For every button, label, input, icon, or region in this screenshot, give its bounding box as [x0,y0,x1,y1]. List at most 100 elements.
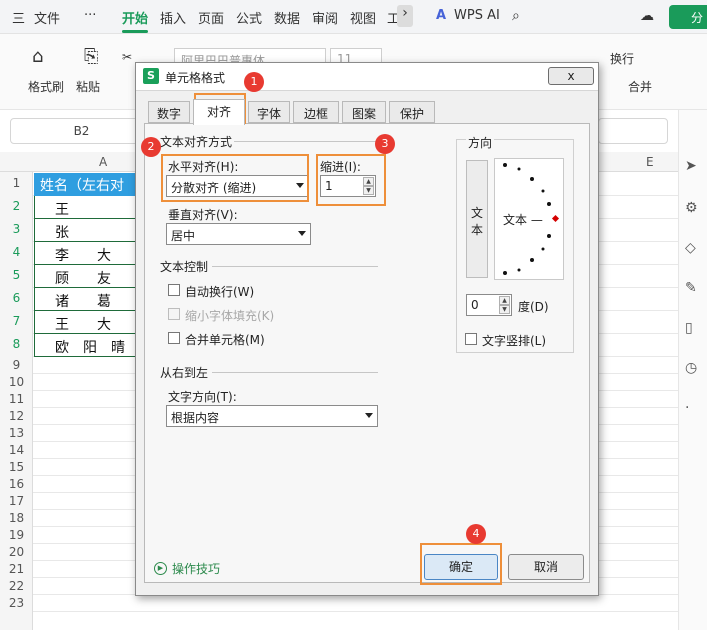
orientation-title: 方向 [466,134,495,151]
divider [234,141,380,142]
text-direction-select[interactable]: 根据内容 [166,405,378,427]
row-header[interactable]: 23 [0,596,33,610]
tab-insert[interactable]: 插入 [160,8,186,27]
row-header[interactable]: 18 [0,511,33,525]
step-badge: 2 [141,137,161,157]
fill-icon[interactable]: ✎ [685,280,697,296]
cell-name[interactable]: 欧 阳 晴 [34,334,144,357]
tab-page[interactable]: 页面 [198,8,224,27]
divider [212,266,378,267]
cancel-button[interactable]: 取消 [508,554,584,580]
cell-name[interactable]: 诸 葛 [34,288,144,311]
chevron-right-icon[interactable]: › [397,5,413,27]
cell-name[interactable]: 张 [34,219,144,242]
vertical-text-checkbox[interactable] [465,333,477,345]
column-a-header[interactable]: A [99,155,107,169]
step-badge: 1 [244,72,264,92]
tab-border[interactable]: 边框 [293,101,339,123]
tab-data[interactable]: 数据 [274,8,300,27]
row-header[interactable]: 13 [0,426,33,440]
tab-protection[interactable]: 保护 [389,101,435,123]
cell-a1-header[interactable]: 姓名（左右对 [34,173,144,196]
close-button[interactable]: x [548,67,594,85]
vertical-text-button[interactable]: 文本 [466,160,488,278]
formula-bar[interactable] [598,118,668,144]
tips-link[interactable]: 操作技巧 [172,560,220,577]
format-painter-button[interactable]: 格式刷 [28,78,64,95]
tab-formula[interactable]: 公式 [236,8,262,27]
merge-cells-checkbox[interactable] [168,332,180,344]
row-header[interactable]: 10 [0,375,33,389]
row-header[interactable]: 20 [0,545,33,559]
merge-button[interactable]: 合并 [628,78,652,95]
row-header[interactable]: 19 [0,528,33,542]
row-header[interactable]: 7 [0,314,33,328]
file-icon[interactable]: ▯ [685,320,693,336]
more-icon[interactable]: ··· [84,8,96,23]
column-e-header[interactable]: E [646,155,654,169]
cursor-icon[interactable]: ➤ [685,158,697,174]
wps-ai-icon: A [436,8,447,23]
text-direction-value: 根据内容 [171,411,220,425]
clock-icon[interactable]: ◷ [685,360,697,376]
row-header[interactable]: 17 [0,494,33,508]
active-tab-indicator [122,30,148,33]
tab-number[interactable]: 数字 [148,101,190,123]
text-direction-label: 文字方向(T): [168,390,237,404]
row-header[interactable]: 12 [0,409,33,423]
more-dots-icon[interactable]: · [685,400,689,416]
tab-font[interactable]: 字体 [248,101,290,123]
merge-cells-label[interactable]: 合并单元格(M) [185,331,265,348]
cell-name[interactable]: 顾 友 [34,265,144,288]
row-header[interactable]: 1 [0,176,33,190]
tab-pattern[interactable]: 图案 [342,101,386,123]
orientation-dial[interactable]: 文本 — [494,158,564,280]
tab-view[interactable]: 视图 [350,8,376,27]
row-header[interactable]: 9 [0,358,33,372]
row-header[interactable]: 14 [0,443,33,457]
vertical-text-label: 文本 [470,206,483,237]
row-header[interactable]: 22 [0,579,33,593]
highlight-indent [316,154,386,206]
row-header[interactable]: 21 [0,562,33,576]
row-header[interactable]: 11 [0,392,33,406]
paste-button[interactable]: 粘贴 [76,78,100,95]
tab-home[interactable]: 开始 [122,8,148,27]
adjust-icon[interactable]: ⚙ [685,200,698,216]
spin-down-icon[interactable]: ▼ [499,305,510,314]
row-header[interactable]: 6 [0,291,33,305]
wps-ai-button[interactable]: WPS AI [454,8,500,23]
spin-buttons[interactable]: ▲ ▼ [499,296,510,314]
row-header[interactable]: 8 [0,337,33,351]
chevron-down-icon [298,231,306,236]
row-header[interactable]: 4 [0,245,33,259]
degree-stepper[interactable]: 0 ▲ ▼ [466,294,512,316]
row-header[interactable]: 3 [0,222,33,236]
row-header[interactable]: 15 [0,460,33,474]
shape-icon[interactable]: ◇ [685,240,696,256]
spin-up-icon[interactable]: ▲ [499,296,510,305]
row-header[interactable]: 2 [0,199,33,213]
row-header[interactable]: 5 [0,268,33,282]
vertical-align-select[interactable]: 居中 [166,223,311,245]
tab-review[interactable]: 审阅 [312,8,338,27]
name-box[interactable]: B2 [10,118,153,144]
cell-name[interactable]: 王 [34,196,144,219]
shrink-to-fit-label: 缩小字体填充(K) [185,309,275,323]
cloud-icon[interactable]: ☁ [640,8,654,24]
cell-name[interactable]: 李 大 [34,242,144,265]
wrap-text-button[interactable]: 换行 [610,50,634,67]
cell-name[interactable]: 王 大 [34,311,144,334]
wrap-text-label[interactable]: 自动换行(W) [185,283,254,300]
dialog-title-bar[interactable]: S 单元格格式 x [136,63,598,91]
shrink-to-fit-checkbox[interactable] [168,308,180,320]
cut-icon[interactable]: ✂ [122,50,132,64]
search-icon[interactable]: ⌕ [512,8,520,24]
wrap-text-checkbox[interactable] [168,284,180,296]
row-header[interactable]: 16 [0,477,33,491]
tab-alignment[interactable]: 对齐 [193,99,245,125]
vertical-text-label[interactable]: 文字竖排(L) [482,332,546,349]
share-button[interactable]: 分 [669,5,707,29]
hamburger-icon[interactable]: 三 [12,8,25,27]
menu-file[interactable]: 文件 [34,8,60,27]
